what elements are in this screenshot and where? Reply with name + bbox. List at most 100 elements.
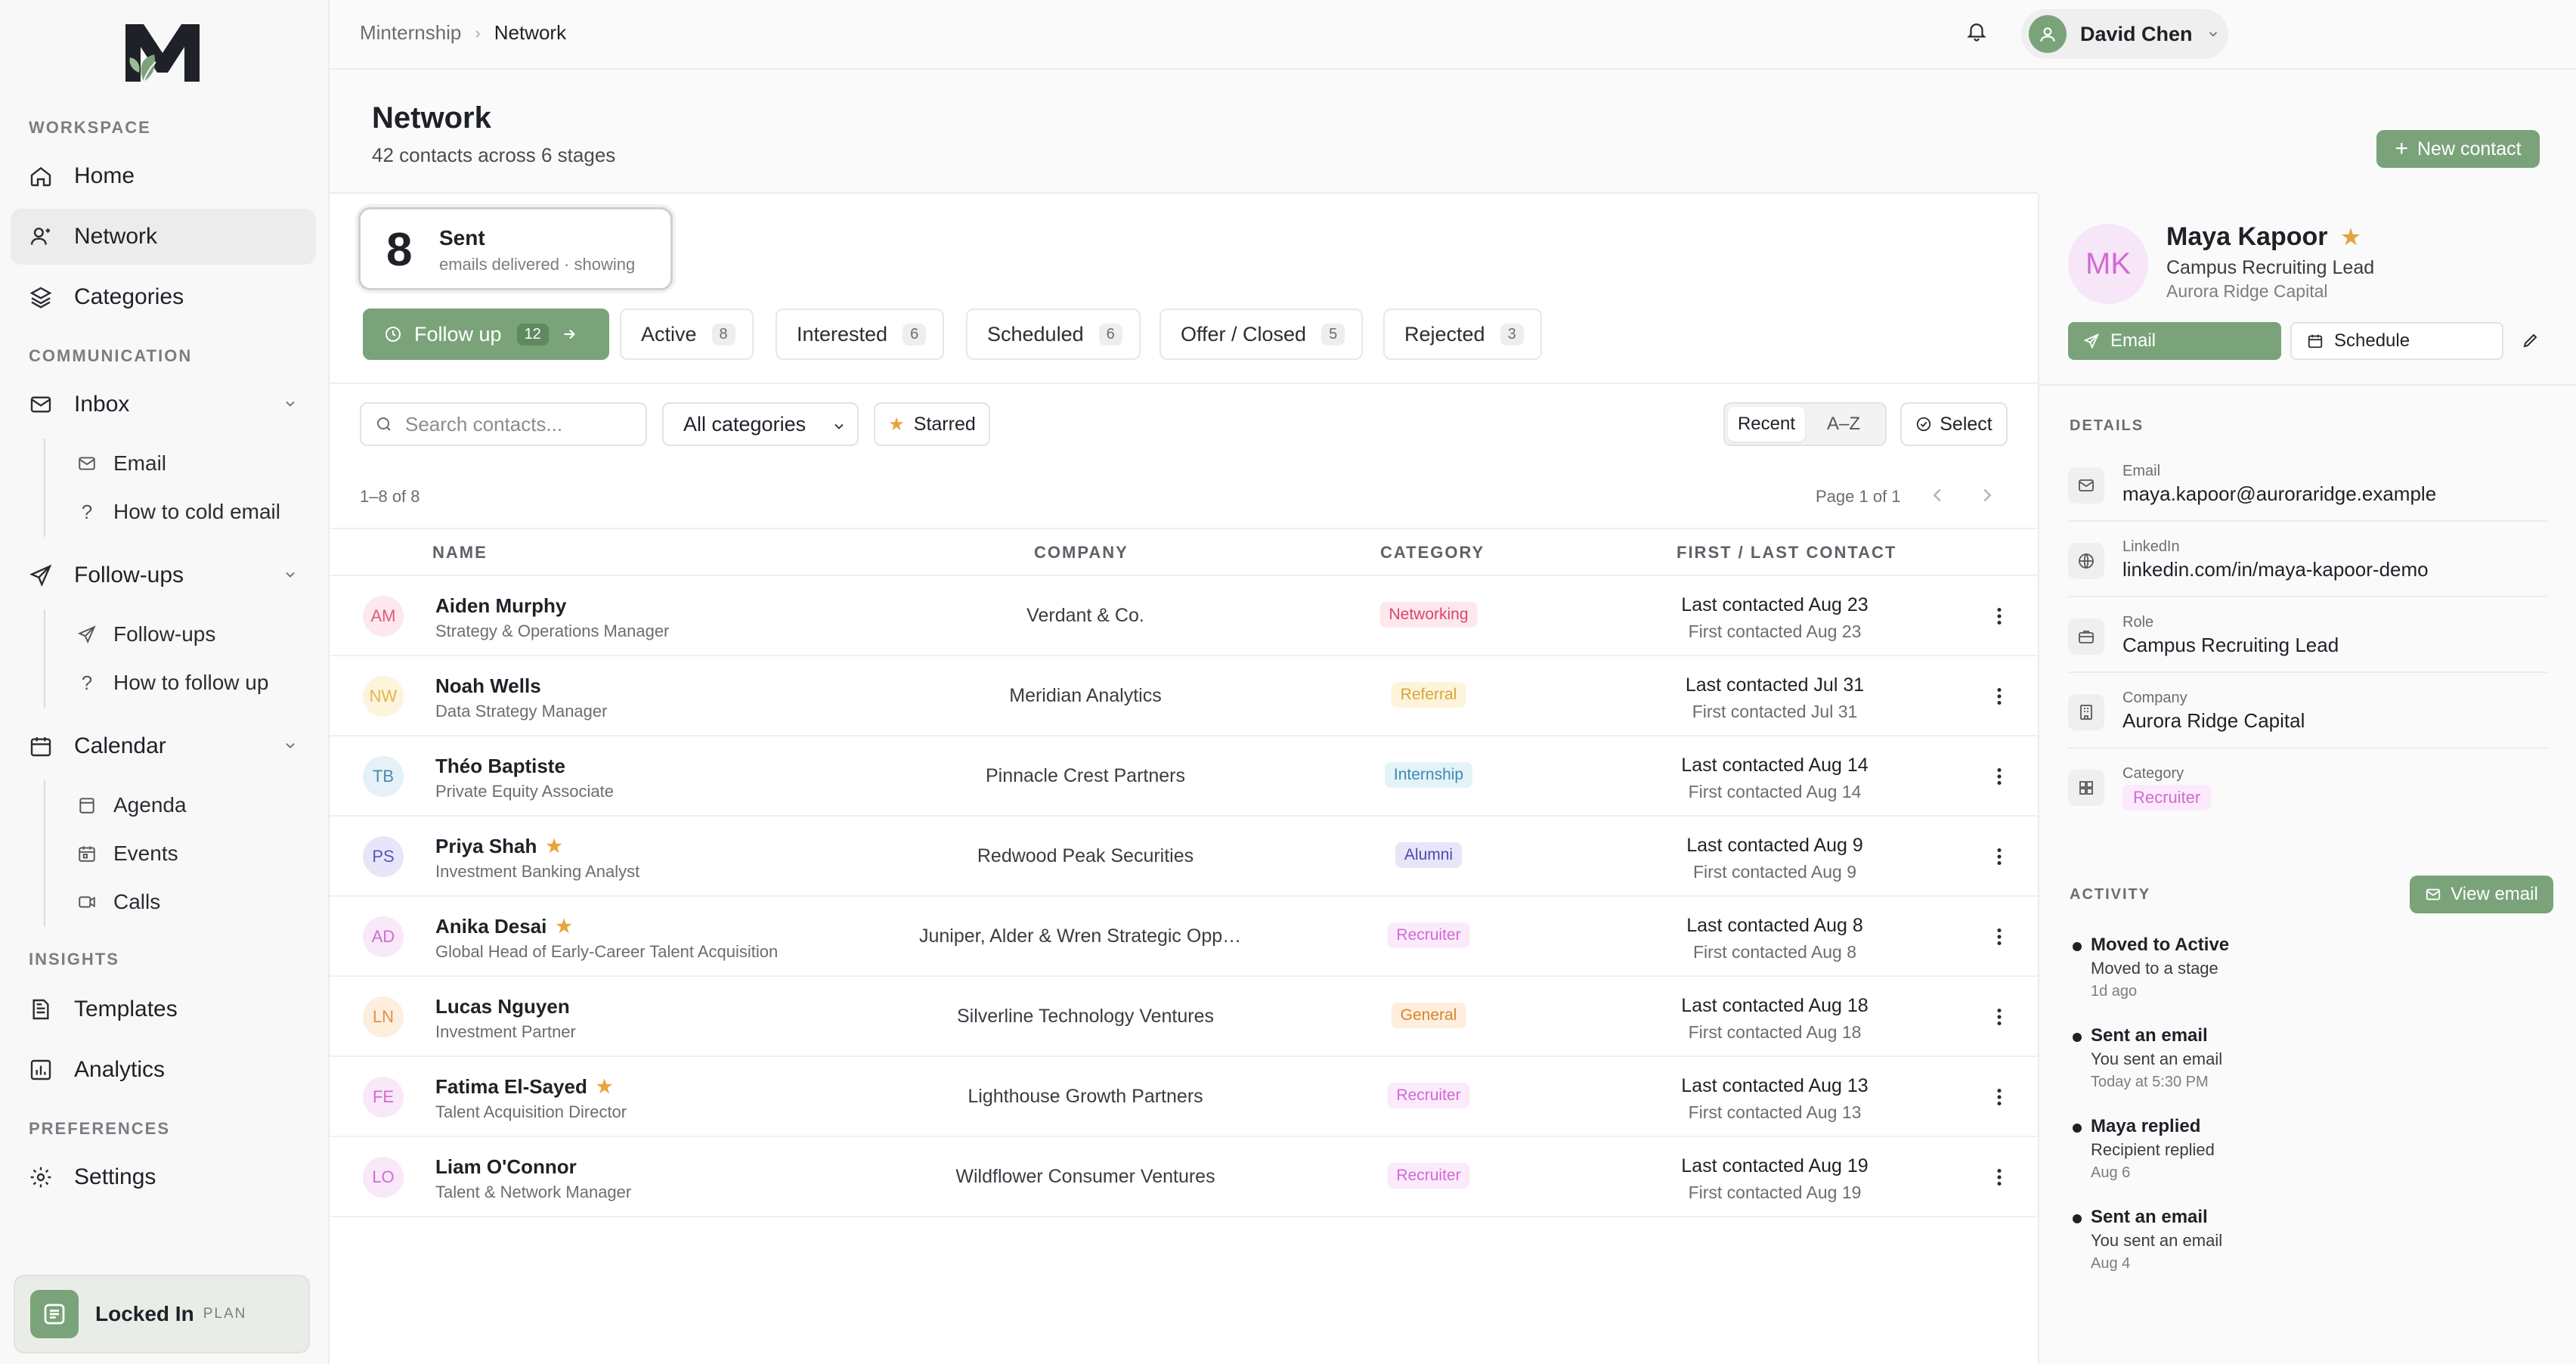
schedule-button[interactable]: Schedule <box>2290 322 2503 360</box>
more-vertical-icon[interactable] <box>1986 1084 2012 1110</box>
sidebar-item-home[interactable]: Home <box>11 148 316 204</box>
sort-a-z[interactable]: A–Z <box>1805 407 1882 442</box>
profile-name-row: Maya Kapoor ★ <box>2166 222 2361 252</box>
subnav-line <box>44 780 45 927</box>
bell-icon[interactable] <box>1965 20 1988 42</box>
sidebar-subitem-events[interactable]: Events <box>76 835 178 873</box>
star-icon[interactable]: ★ <box>546 835 562 857</box>
mail-icon <box>76 452 98 475</box>
sidebar-item-label: Categories <box>74 284 184 309</box>
avatar: PS <box>363 836 404 877</box>
sidebar-item-categories[interactable]: Categories <box>11 269 316 325</box>
stage-offer-closed[interactable]: Offer / Closed 5 <box>1160 308 1364 360</box>
sort-recent[interactable]: Recent <box>1728 407 1805 442</box>
table-row[interactable]: TB Théo Baptiste Private Equity Associate P… <box>330 736 2038 817</box>
mail-icon <box>2425 886 2451 903</box>
column-header-contact[interactable]: FIRST / LAST CONTACT <box>1677 543 1896 563</box>
activity-title: Sent an email <box>2091 1207 2208 1227</box>
chevron-down-icon[interactable] <box>283 396 298 411</box>
sent-count: 8 <box>386 224 413 276</box>
more-vertical-icon[interactable] <box>1986 1004 2012 1030</box>
activity-desc: Recipient replied <box>2091 1140 2215 1159</box>
sidebar-item-label: Settings <box>74 1164 156 1189</box>
search-input[interactable]: Search contacts... <box>360 402 647 446</box>
building-icon <box>2068 694 2104 730</box>
user-menu[interactable]: David Chen <box>2021 9 2228 59</box>
table-row[interactable]: LN Lucas Nguyen Investment Partner Silverli… <box>330 977 2038 1057</box>
sidebar-item-settings[interactable]: Settings <box>11 1149 316 1205</box>
last-contacted: Last contacted Aug 13 <box>1681 1075 1869 1096</box>
detail-value[interactable]: maya.kapoor@auroraridge.example <box>2122 482 2436 506</box>
more-vertical-icon[interactable] <box>1986 1164 2012 1190</box>
table-row[interactable]: AD Anika Desai ★ Global Head of Early-Caree… <box>330 897 2038 977</box>
sidebar-subitem-email[interactable]: Email <box>76 445 166 482</box>
table-row[interactable]: PS Priya Shah ★ Investment Banking Analyst R… <box>330 817 2038 897</box>
breadcrumb-root[interactable]: Minternship <box>360 21 461 45</box>
contact-name-row: Lucas Nguyen <box>435 995 570 1018</box>
table-row[interactable]: NW Noah Wells Data Strategy Manager Meridia… <box>330 656 2038 736</box>
star-icon[interactable]: ★ <box>596 1076 613 1098</box>
sidebar-subitem-how-to-follow-up[interactable]: ? How to follow up <box>76 664 269 702</box>
chevron-down-icon[interactable] <box>283 738 298 753</box>
more-vertical-icon[interactable] <box>1986 844 2012 870</box>
sidebar-subitem-agenda[interactable]: Agenda <box>76 786 187 824</box>
send-icon <box>2083 333 2110 349</box>
column-header-company[interactable]: COMPANY <box>1034 543 1129 563</box>
sidebar-item-follow-ups[interactable]: Follow-ups <box>11 547 316 603</box>
gear-icon <box>27 1164 54 1191</box>
stage-scheduled[interactable]: Scheduled 6 <box>966 308 1141 360</box>
more-vertical-icon[interactable] <box>1986 603 2012 629</box>
more-vertical-icon[interactable] <box>1986 924 2012 950</box>
chevron-down-icon[interactable] <box>283 567 298 582</box>
divider <box>330 192 2038 194</box>
more-vertical-icon[interactable] <box>1986 684 2012 709</box>
pencil-icon[interactable] <box>2522 331 2540 349</box>
table-row[interactable]: FE Fatima El-Sayed ★ Talent Acquisition Dir… <box>330 1057 2038 1137</box>
table-row[interactable]: LO Liam O'Connor Talent & Network Manager W… <box>330 1137 2038 1217</box>
detail-linkedin: LinkedIn linkedin.com/in/maya-kapoor-demo <box>2068 523 2547 597</box>
contact-role: Talent Acquisition Director <box>435 1102 627 1121</box>
sidebar-item-templates[interactable]: Templates <box>11 981 316 1037</box>
last-contacted: Last contacted Aug 19 <box>1681 1155 1869 1176</box>
sidebar-item-inbox[interactable]: Inbox <box>11 377 316 432</box>
stage-label: Scheduled <box>987 322 1084 346</box>
sent-stat-card[interactable]: 8 Sent emails delivered · showing <box>358 207 673 290</box>
stage-interested[interactable]: Interested 6 <box>776 308 945 360</box>
sidebar-item-label: Analytics <box>74 1057 166 1082</box>
more-vertical-icon[interactable] <box>1986 764 2012 789</box>
chevron-down-icon <box>831 419 847 434</box>
column-header-category[interactable]: CATEGORY <box>1380 543 1485 563</box>
sidebar-item-network[interactable]: Network <box>11 209 316 265</box>
contact-name-row: Priya Shah ★ <box>435 835 562 858</box>
category-badge: Referral <box>1391 682 1466 708</box>
category-select[interactable]: All categories <box>662 402 859 446</box>
star-icon[interactable]: ★ <box>556 916 572 938</box>
send-icon <box>76 623 98 646</box>
sidebar-subitem-follow-ups[interactable]: Follow-ups <box>76 615 215 653</box>
new-contact-button[interactable]: + New contact <box>2376 130 2540 168</box>
stage-rejected[interactable]: Rejected 3 <box>1383 308 1542 360</box>
select-button[interactable]: Select <box>1900 402 2008 446</box>
sidebar-item-calendar[interactable]: Calendar <box>11 718 316 774</box>
stage-count: 6 <box>903 323 927 346</box>
detail-value: Campus Recruiting Lead <box>2122 634 2339 656</box>
table-row[interactable]: AM Aiden Murphy Strategy & Operations Mana… <box>330 576 2038 656</box>
sidebar-subitem-how-to-cold-email[interactable]: ? How to cold email <box>76 493 280 531</box>
contact-name-row: Anika Desai ★ <box>435 915 572 938</box>
stage-active[interactable]: Active 8 <box>620 308 754 360</box>
stage-follow-up[interactable]: Follow up 12 <box>363 308 609 360</box>
plan-card[interactable]: Locked In PLAN <box>14 1275 310 1353</box>
avatar: AM <box>363 596 404 637</box>
starred-filter-button[interactable]: ★ Starred <box>874 402 990 446</box>
brand-logo[interactable] <box>121 20 204 83</box>
star-icon[interactable]: ★ <box>2342 225 2361 250</box>
sidebar-item-analytics[interactable]: Analytics <box>11 1042 316 1098</box>
detail-value[interactable]: linkedin.com/in/maya-kapoor-demo <box>2122 558 2429 581</box>
view-email-button[interactable]: View email <box>2410 876 2553 913</box>
activity-title: Maya replied <box>2091 1116 2201 1136</box>
sidebar-subitem-calls[interactable]: Calls <box>76 883 160 921</box>
next-page-icon[interactable] <box>1976 484 1999 507</box>
email-button[interactable]: Email <box>2068 322 2281 360</box>
column-header-name[interactable]: NAME <box>432 543 488 563</box>
prev-page-icon[interactable] <box>1926 484 1949 507</box>
